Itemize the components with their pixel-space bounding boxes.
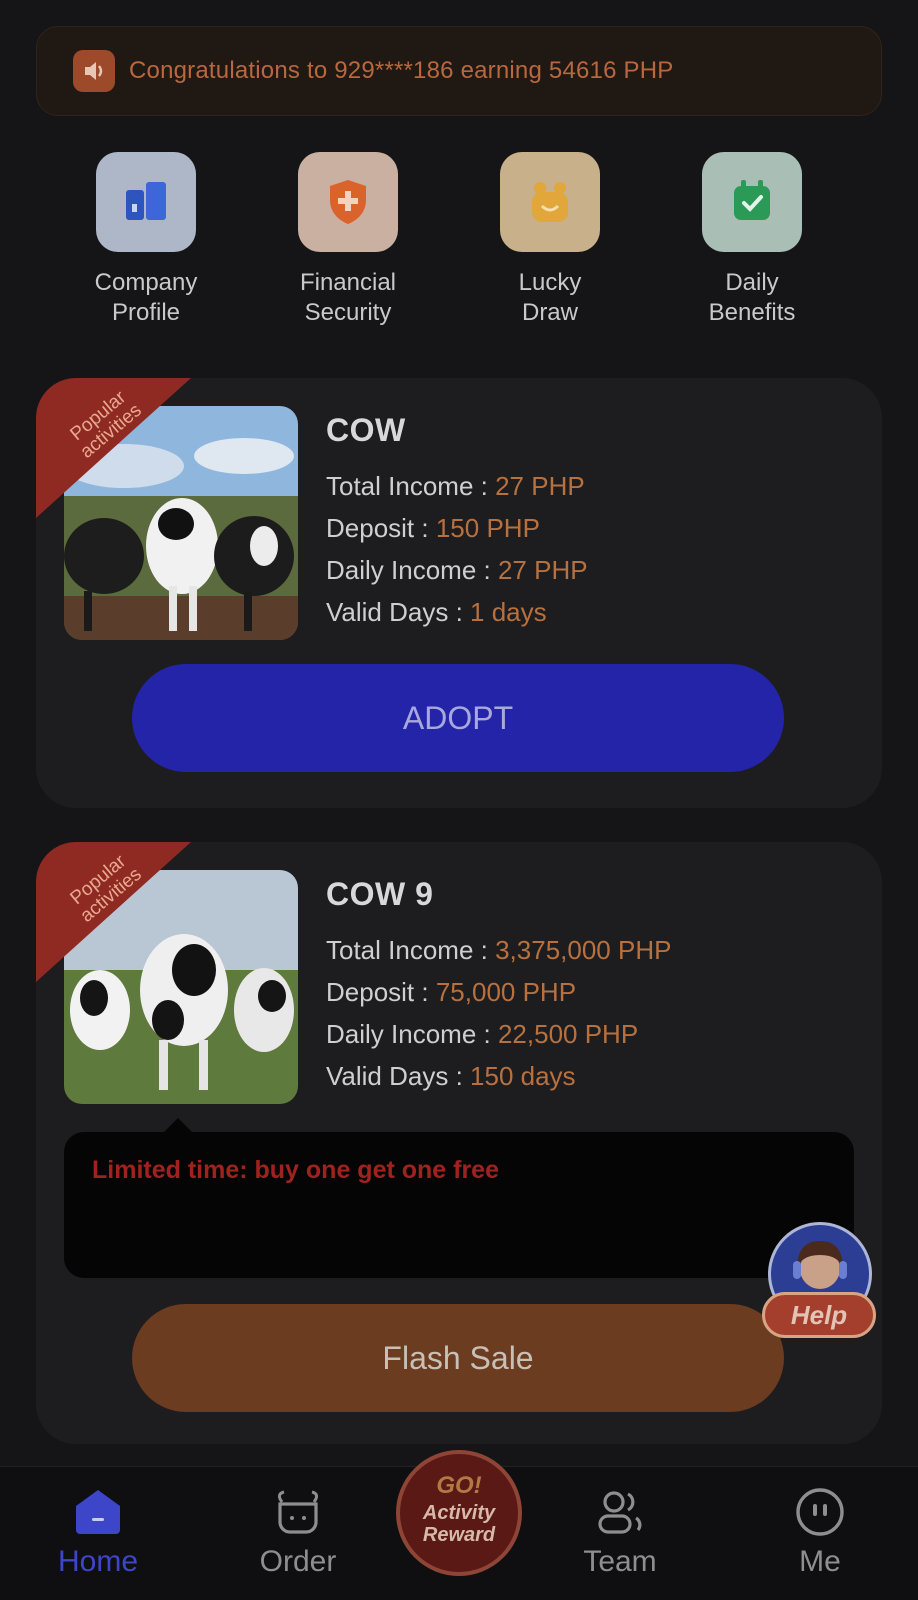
nav-home[interactable]: Home	[18, 1483, 178, 1579]
quick-label: Daily Benefits	[708, 269, 796, 326]
announcement-bar[interactable]: Congratulations to 929****186 earning 54…	[36, 26, 882, 116]
speaker-icon	[73, 50, 115, 92]
deposit-row: Deposit : 150 PHP	[326, 513, 540, 543]
gift-bag-icon	[500, 152, 600, 252]
promo-tooltip: Limited time: buy one get one free	[64, 1118, 854, 1278]
daily-income-row: Daily Income : 27 PHP	[326, 555, 588, 585]
nav-label: Me	[799, 1545, 841, 1578]
quick-daily-benefits[interactable]: Daily Benefits	[672, 152, 832, 328]
valid-days-row: Valid Days : 1 days	[326, 597, 547, 627]
go-label: GO!	[436, 1472, 482, 1499]
product-card-cow: Popular activities COW Total Income: 27…	[36, 378, 882, 808]
product-name: COW	[326, 412, 406, 448]
product-card-cow-9: Popular activities COW 9 Total Income : …	[36, 842, 882, 1444]
quick-label: Financial Security	[299, 269, 397, 326]
popular-ribbon: Popular activities	[36, 842, 196, 982]
home-icon	[18, 1483, 178, 1541]
nav-me[interactable]: Me	[740, 1483, 900, 1579]
total-income-row: Total Income : 27 PHP	[326, 471, 585, 501]
quick-financial-security[interactable]: Financial Security	[268, 152, 428, 328]
quick-menu: Company Profile Financial Security Lucky…	[0, 152, 918, 332]
product-info: COW 9 Total Income : 3,375,000 PHP Depos…	[326, 876, 671, 1097]
quick-company-profile[interactable]: Company Profile	[66, 152, 226, 328]
product-info: COW Total Income : 27 PHP Deposit : 150 …	[326, 412, 588, 633]
nav-label: Team	[583, 1545, 657, 1578]
building-icon	[96, 152, 196, 252]
quick-lucky-draw[interactable]: Lucky Draw	[470, 152, 630, 328]
home-screen: Congratulations to 929****186 earning 54…	[0, 0, 918, 1600]
quick-label: Company Profile	[94, 269, 198, 326]
calendar-check-icon	[702, 152, 802, 252]
activity-reward-label: Activity Reward	[422, 1502, 496, 1546]
activity-reward-button[interactable]: GO! Activity Reward	[396, 1450, 522, 1576]
announcement-text: Congratulations to 929****186 earning 54…	[129, 57, 674, 84]
help-button[interactable]: Help	[762, 1222, 876, 1352]
flash-sale-button[interactable]: Flash Sale	[132, 1304, 784, 1412]
quick-label: Lucky Draw	[518, 269, 582, 326]
daily-income-row: Daily Income : 22,500 PHP	[326, 1019, 639, 1049]
nav-label: Home	[57, 1545, 139, 1578]
team-icon	[540, 1483, 700, 1541]
shield-plus-icon	[298, 152, 398, 252]
deposit-row: Deposit : 75,000 PHP	[326, 977, 577, 1007]
help-label: Help	[762, 1292, 876, 1338]
nav-label: Order	[259, 1545, 337, 1578]
nav-team[interactable]: Team	[540, 1483, 700, 1579]
promo-text: Limited time: buy one get one free	[92, 1156, 499, 1184]
product-name: COW 9	[326, 876, 434, 912]
nav-order[interactable]: Order	[218, 1483, 378, 1579]
cow-order-icon	[218, 1483, 378, 1541]
adopt-button[interactable]: ADOPT	[132, 664, 784, 772]
popular-ribbon: Popular activities	[36, 378, 196, 518]
valid-days-row: Valid Days : 150 days	[326, 1061, 576, 1091]
profile-face-icon	[740, 1483, 900, 1541]
total-income-row: Total Income : 3,375,000 PHP	[326, 935, 672, 965]
